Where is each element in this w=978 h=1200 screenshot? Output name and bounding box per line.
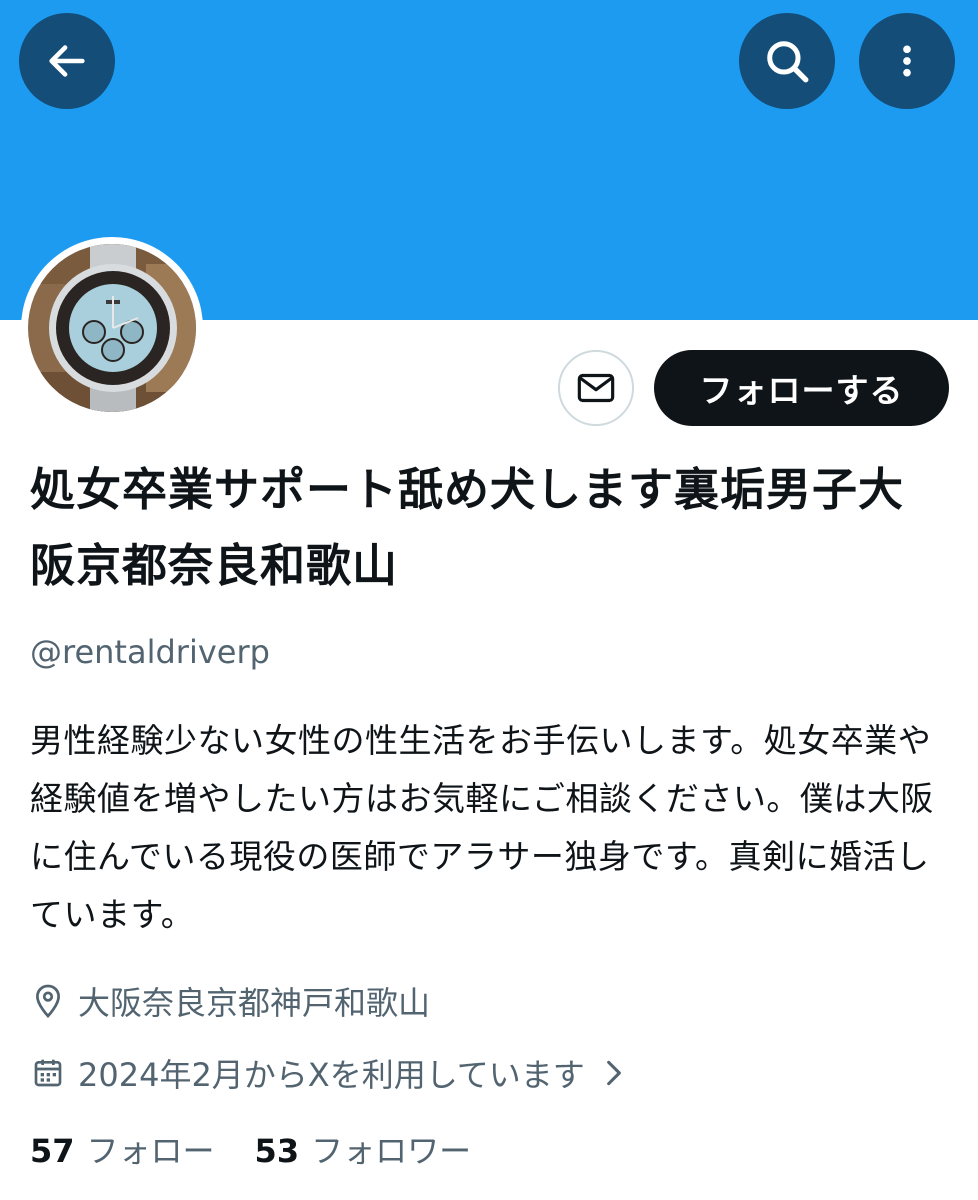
joined-row[interactable]: 2024年2月からXを利用しています — [30, 1050, 625, 1096]
following-label: フォロー — [86, 1132, 215, 1170]
arrow-left-icon — [49, 45, 85, 77]
followers-link[interactable]: 53 フォロワー — [255, 1126, 472, 1172]
envelope-icon — [577, 373, 615, 403]
avatar[interactable] — [21, 237, 203, 419]
following-link[interactable]: 57 フォロー — [30, 1126, 215, 1172]
wristwatch-photo — [28, 244, 196, 412]
location-text: 大阪奈良京都神戸和歌山 — [78, 984, 431, 1022]
more-vertical-icon — [903, 45, 911, 77]
followers-label: フォロワー — [311, 1132, 472, 1170]
calendar-icon — [30, 1053, 66, 1093]
chevron-right-icon — [603, 1057, 625, 1089]
search-icon — [767, 41, 809, 83]
location-row: 大阪奈良京都神戸和歌山 — [30, 978, 430, 1024]
location-pin-icon — [30, 981, 66, 1021]
avatar-image — [28, 244, 196, 412]
back-button[interactable] — [19, 13, 115, 109]
display-name: 処女卒業サポート舐め犬します裏垢男子大阪京都奈良和歌山 — [30, 463, 905, 592]
follow-stats: 57 フォロー 53 フォロワー — [30, 1126, 511, 1172]
message-button[interactable] — [558, 350, 634, 426]
search-button[interactable] — [739, 13, 835, 109]
user-handle: @rentaldriverp — [30, 633, 270, 671]
follow-button[interactable]: フォローする — [654, 350, 949, 426]
more-options-button[interactable] — [859, 13, 955, 109]
followers-count: 53 — [254, 1132, 300, 1170]
profile-bio: 男性経験少ない女性の性生活をお手伝いします。処女卒業や経験値を増やしたい方はお気… — [30, 721, 934, 934]
joined-text: 2024年2月からXを利用しています — [78, 1056, 585, 1094]
following-count: 57 — [30, 1132, 75, 1170]
